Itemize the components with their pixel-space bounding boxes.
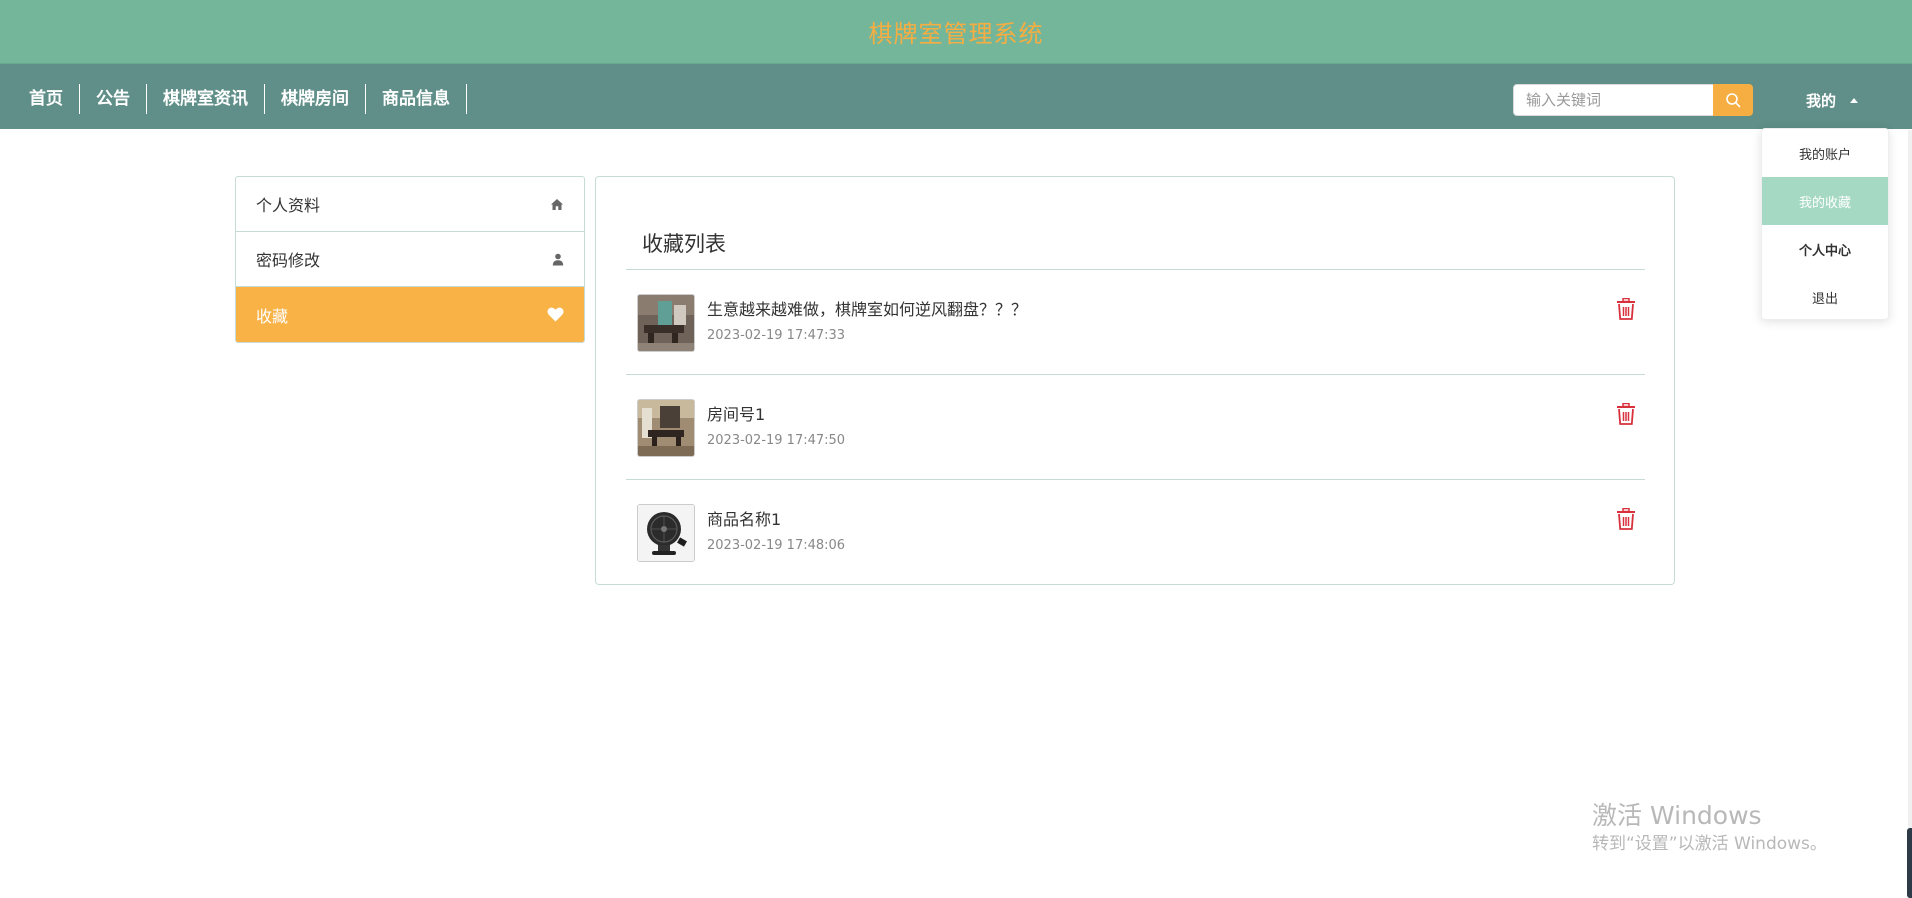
dropdown-item-favorites[interactable]: 我的收藏: [1762, 177, 1888, 225]
dropdown-item-profile-center[interactable]: 个人中心: [1762, 225, 1888, 273]
caret-up-icon: [1850, 97, 1859, 103]
item-thumbnail: [637, 504, 695, 562]
sidebar-item-label: 收藏: [256, 306, 289, 326]
item-thumbnail: [637, 294, 695, 352]
favorites-panel: 收藏列表 生意越来越难做，棋牌室如何逆风翻盘？？？ 2023-02-19 17:…: [595, 176, 1675, 585]
trash-icon[interactable]: [1616, 508, 1636, 530]
scrollbar-track[interactable]: [1908, 130, 1912, 898]
nav-item-news[interactable]: 棋牌室资讯: [147, 84, 265, 114]
list-item[interactable]: 生意越来越难做，棋牌室如何逆风翻盘？？？ 2023-02-19 17:47:33: [626, 270, 1645, 375]
item-thumbnail: [637, 399, 695, 457]
user-dropdown: 我的账户 我的收藏 个人中心 退出: [1761, 128, 1889, 320]
item-time: 2023-02-19 17:47:50: [707, 433, 846, 448]
activation-watermark-subtitle: 转到“设置”以激活 Windows。: [1592, 834, 1827, 854]
user-menu-toggle[interactable]: 我的: [1806, 86, 1859, 114]
search-input[interactable]: [1513, 84, 1715, 116]
item-time: 2023-02-19 17:47:33: [707, 328, 846, 343]
heart-icon: [547, 307, 564, 322]
search-button[interactable]: [1713, 84, 1753, 116]
fan-photo-image: [638, 505, 694, 561]
list-item[interactable]: 房间号1 2023-02-19 17:47:50: [626, 375, 1645, 480]
nav-item-products[interactable]: 商品信息: [366, 84, 467, 114]
trash-icon[interactable]: [1616, 403, 1636, 425]
scrollbar-thumb[interactable]: [1907, 828, 1912, 898]
sidebar: 个人资料 密码修改 收藏: [235, 176, 585, 343]
nav-item-announcement[interactable]: 公告: [80, 84, 147, 114]
sidebar-item-profile[interactable]: 个人资料: [236, 177, 584, 232]
sidebar-item-label: 密码修改: [256, 251, 321, 270]
list-item[interactable]: 商品名称1 2023-02-19 17:48:06: [626, 480, 1645, 585]
item-title[interactable]: 商品名称1: [707, 506, 781, 530]
item-time: 2023-02-19 17:48:06: [707, 538, 846, 553]
nav-item-rooms[interactable]: 棋牌房间: [265, 84, 366, 114]
nav-list: 首页 公告 棋牌室资讯 棋牌房间 商品信息: [13, 84, 467, 114]
room-photo-image: [638, 295, 694, 351]
title-bar: 棋牌室管理系统: [0, 0, 1912, 64]
nav-item-home[interactable]: 首页: [13, 84, 80, 114]
item-title[interactable]: 生意越来越难做，棋牌室如何逆风翻盘？？？: [707, 296, 1027, 320]
sidebar-item-label: 个人资料: [256, 196, 321, 215]
activation-watermark-title: 激活 Windows: [1592, 801, 1762, 830]
site-title: 棋牌室管理系统: [868, 20, 1044, 48]
room-photo-image: [638, 400, 694, 456]
dropdown-item-logout[interactable]: 退出: [1762, 273, 1888, 321]
trash-icon[interactable]: [1616, 298, 1636, 320]
user-menu-label: 我的: [1806, 91, 1837, 110]
dropdown-item-account[interactable]: 我的账户: [1762, 129, 1888, 177]
panel-title: 收藏列表: [642, 232, 726, 256]
item-title[interactable]: 房间号1: [707, 401, 765, 425]
user-icon: [552, 253, 564, 265]
search-icon: [1726, 93, 1741, 108]
sidebar-item-favorites[interactable]: 收藏: [236, 287, 584, 342]
home-icon: [551, 198, 563, 210]
sidebar-item-password[interactable]: 密码修改: [236, 232, 584, 287]
